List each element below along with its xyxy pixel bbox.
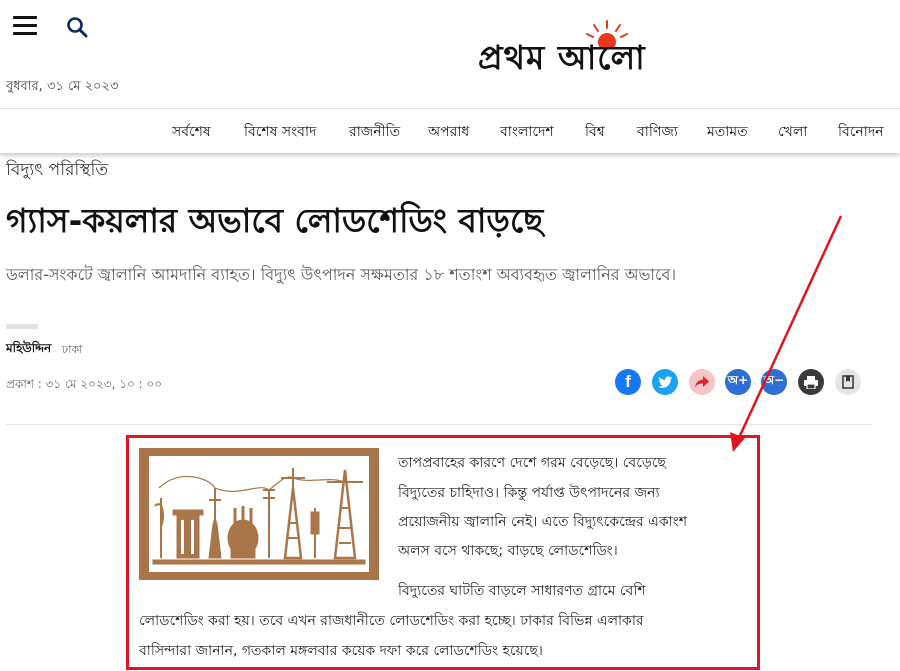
font-increase-icon[interactable]: অ+ [725, 369, 751, 395]
nav-item-crime[interactable]: অপরাধ [428, 120, 469, 144]
article-subheadline: ডলার-সংকটে জ্বালানি আমদানি ব্যাহত। বিদ্য… [6, 265, 677, 284]
bookmark-icon[interactable] [835, 369, 861, 395]
power-station-illustration [139, 448, 379, 580]
publish-date: প্রকাশ : ৩১ মে ২০২৩, ১০ : ০০ [6, 377, 163, 391]
author-location: ঢাকা [62, 343, 83, 356]
nav-item-bangladesh[interactable]: বাংলাদেশ [500, 120, 554, 144]
article-category[interactable]: বিদ্যুৎ পরিস্থিতি [6, 157, 108, 185]
content-divider [6, 424, 872, 425]
nav-item-opinion[interactable]: মতামত [707, 120, 748, 144]
body-line: বাসিন্দারা জানান, গতকাল মঙ্গলবার কয়েক দ… [139, 643, 543, 659]
body-line: বিদ্যুতের চাহিদাও। কিন্তু পর্যাপ্ত উৎপাদ… [398, 485, 660, 501]
share-icon[interactable] [689, 369, 715, 395]
nav-item-world[interactable]: বিশ্ব [585, 120, 605, 144]
logo-text: প্রথম আলো [478, 38, 646, 77]
nav-item-business[interactable]: বাণিজ্য [637, 120, 678, 144]
author-divider [6, 324, 38, 329]
current-date: বুধবার, ৩১ মে ২০২৩ [6, 79, 119, 94]
font-decrease-icon[interactable]: অ− [761, 369, 787, 395]
site-logo[interactable]: প্রথম আলো [478, 18, 734, 77]
print-icon[interactable] [798, 369, 824, 395]
nav-item-sports[interactable]: খেলা [778, 120, 807, 144]
nav-item-special-report[interactable]: বিশেষ সংবাদ [244, 120, 316, 144]
nav-item-politics[interactable]: রাজনীতি [349, 120, 400, 144]
body-line: প্রয়োজনীয় জ্বালানি নেই। এতে বিদ্যুৎকেন… [398, 514, 687, 530]
search-icon[interactable] [66, 16, 88, 38]
body-line: অলস বসে থাকছে; বাড়ছে লোডশেডিং। [398, 543, 618, 559]
nav-item-latest[interactable]: সর্বশেষ [172, 120, 211, 144]
facebook-icon[interactable]: f [615, 369, 641, 395]
author-name[interactable]: মহিউদ্দিন [6, 340, 51, 360]
body-line: বিদ্যুতের ঘাটতি বাড়লে সাধারণত গ্রামে বে… [398, 583, 646, 599]
twitter-icon[interactable] [652, 369, 678, 395]
article-headline: গ্যাস-কয়লার অভাবে লোডশেডিং বাড়ছে [6, 201, 544, 240]
nav-item-entertainment[interactable]: বিনোদন [838, 120, 884, 144]
hamburger-icon[interactable] [13, 16, 37, 36]
body-line: লোডশেডিং করা হয়। তবে এখন রাজধানীতে লোডশ… [139, 613, 644, 629]
body-line: তাপপ্রবাহের কারণে দেশে গরম বেড়েছে। বেড়… [398, 455, 666, 471]
